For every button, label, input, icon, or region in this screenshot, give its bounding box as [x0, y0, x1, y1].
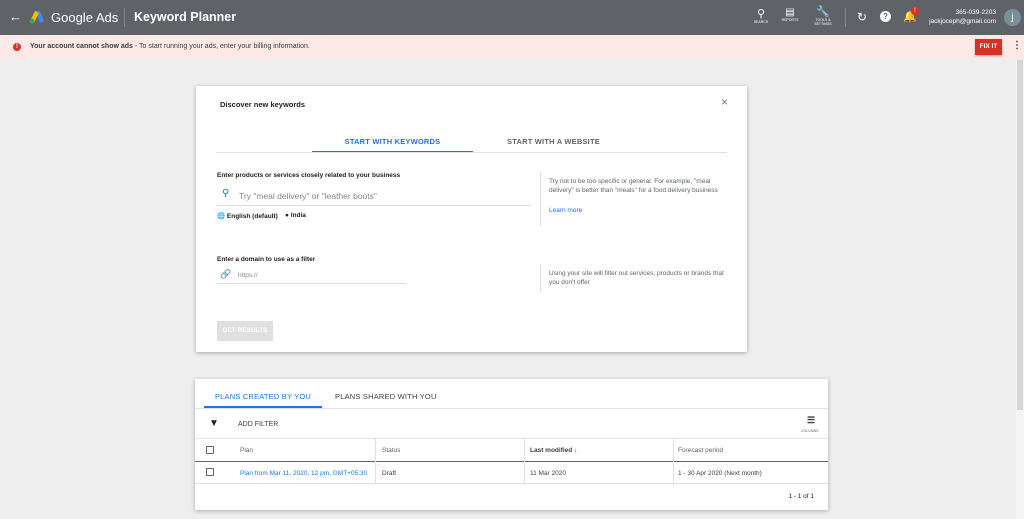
back-arrow-icon[interactable]: ← [9, 9, 22, 24]
account-phone: 365-039-2203 [955, 9, 996, 16]
search-icon: ⚲ [756, 8, 766, 20]
help-icon[interactable]: ? [880, 11, 891, 22]
billing-warning-banner: ! Your account cannot show ads - To star… [0, 35, 1024, 59]
search-icon: ⚲ [222, 188, 230, 199]
arrow-down-icon: ↓ [574, 447, 578, 454]
domain-input[interactable]: 🔗 https:// [217, 267, 406, 284]
row-checkbox[interactable] [206, 468, 214, 476]
avatar[interactable]: j [1004, 9, 1021, 26]
divider [524, 463, 525, 484]
learn-more-link[interactable]: Learn more [549, 207, 582, 214]
tab-start-with-keywords[interactable]: START WITH KEYWORDS [312, 137, 473, 146]
plan-forecast: 1 - 30 Apr 2020 (Next month) [678, 470, 762, 477]
get-results-button[interactable]: GET RESULTS [217, 321, 273, 341]
dialog-title: Discover new keywords [220, 100, 306, 109]
tab-start-with-website[interactable]: START WITH A WEBSITE [473, 137, 634, 146]
keywords-placeholder: Try "meal delivery" or "leather boots" [239, 191, 377, 201]
column-status[interactable]: Status [382, 447, 400, 454]
google-ads-logo [29, 11, 44, 24]
tab-plans-shared[interactable]: PLANS SHARED WITH YOU [335, 392, 437, 401]
scrollbar-thumb[interactable] [1017, 60, 1023, 410]
location-selector[interactable]: ● India [285, 212, 306, 219]
divider [375, 439, 376, 462]
wrench-icon: 🔧 [816, 6, 830, 18]
account-email[interactable]: jackjoceph@gmail.com [929, 18, 996, 25]
top-bar: ← Google Ads Keyword Planner ⚲ SEARCH ▤ RE… [0, 0, 1024, 35]
divider [673, 439, 674, 462]
language-label: English (default) [226, 213, 278, 220]
discover-keywords-dialog: Discover new keywords × START WITH KEYWO… [196, 86, 747, 352]
table-row: Plan from Mar 11, 2020, 12 pm, GMT+05:30… [195, 463, 828, 484]
reports-icon: ▤ [785, 7, 795, 18]
divider [375, 463, 376, 484]
close-icon[interactable]: × [721, 95, 728, 109]
plan-status: Draft [382, 470, 397, 477]
divider [524, 439, 525, 462]
link-icon: 🔗 [220, 269, 232, 279]
keywords-hint: Try not to be too specific or general. F… [549, 178, 718, 194]
column-forecast[interactable]: Forecast period [678, 447, 723, 454]
divider [195, 408, 828, 409]
filter-icon[interactable]: ▼ [209, 418, 219, 429]
column-last-modified[interactable]: Last modified ↓ [530, 447, 577, 454]
more-vert-icon[interactable]: ⋮ [1012, 40, 1022, 51]
keywords-input[interactable]: ⚲ Try "meal delivery" or "leather boots" [217, 186, 531, 206]
page-title: Keyword Planner [134, 10, 237, 24]
select-all-checkbox[interactable] [206, 446, 214, 454]
pagination-info: 1 - 1 of 1 [788, 493, 814, 500]
scrollbar[interactable] [1016, 60, 1024, 519]
notification-badge: ! [911, 7, 919, 15]
plans-card: PLANS CREATED BY YOU PLANS SHARED WITH Y… [195, 379, 828, 510]
tools-settings-button[interactable]: 🔧 TOOLS & SETTINGS [810, 5, 836, 26]
divider [540, 172, 541, 226]
plan-modified: 11 Mar 2020 [530, 470, 567, 477]
divider [673, 463, 674, 484]
divider [845, 8, 846, 27]
banner-text: - To start running your ads, enter your … [132, 43, 310, 50]
tab-plans-created[interactable]: PLANS CREATED BY YOU [204, 392, 322, 401]
domain-hint: Using your site will filter out services… [549, 270, 724, 286]
reports-button[interactable]: ▤ REPORTS [778, 7, 802, 22]
divider [216, 152, 727, 153]
columns-label: COLUMNS [801, 429, 819, 433]
column-plan[interactable]: Plan [240, 447, 253, 454]
brand-name: Google Ads [51, 10, 119, 25]
add-filter-button[interactable]: ADD FILTER [238, 421, 278, 428]
search-button[interactable]: ⚲ SEARCH [750, 7, 772, 24]
banner-message: Your account cannot show ads - To start … [30, 43, 310, 50]
location-label: India [290, 212, 306, 219]
domain-label: Enter a domain to use as a filter [217, 256, 316, 263]
keywords-label: Enter products or services closely relat… [217, 172, 401, 179]
refresh-icon[interactable]: ↻ [857, 10, 867, 24]
domain-placeholder: https:// [238, 272, 258, 279]
divider [540, 264, 541, 292]
table-header: Plan Status Last modified ↓ Forecast per… [195, 439, 828, 462]
banner-bold: Your account cannot show ads [30, 43, 133, 50]
fix-it-button[interactable]: FIX IT [975, 39, 1002, 55]
column-last-modified-label: Last modified [530, 447, 573, 454]
error-icon: ! [13, 43, 21, 51]
columns-icon[interactable]: ☰ [807, 415, 815, 426]
divider [124, 8, 125, 27]
language-selector[interactable]: 🌐 English (default) [217, 212, 278, 220]
plan-link[interactable]: Plan from Mar 11, 2020, 12 pm, GMT+05:30 [240, 470, 367, 477]
